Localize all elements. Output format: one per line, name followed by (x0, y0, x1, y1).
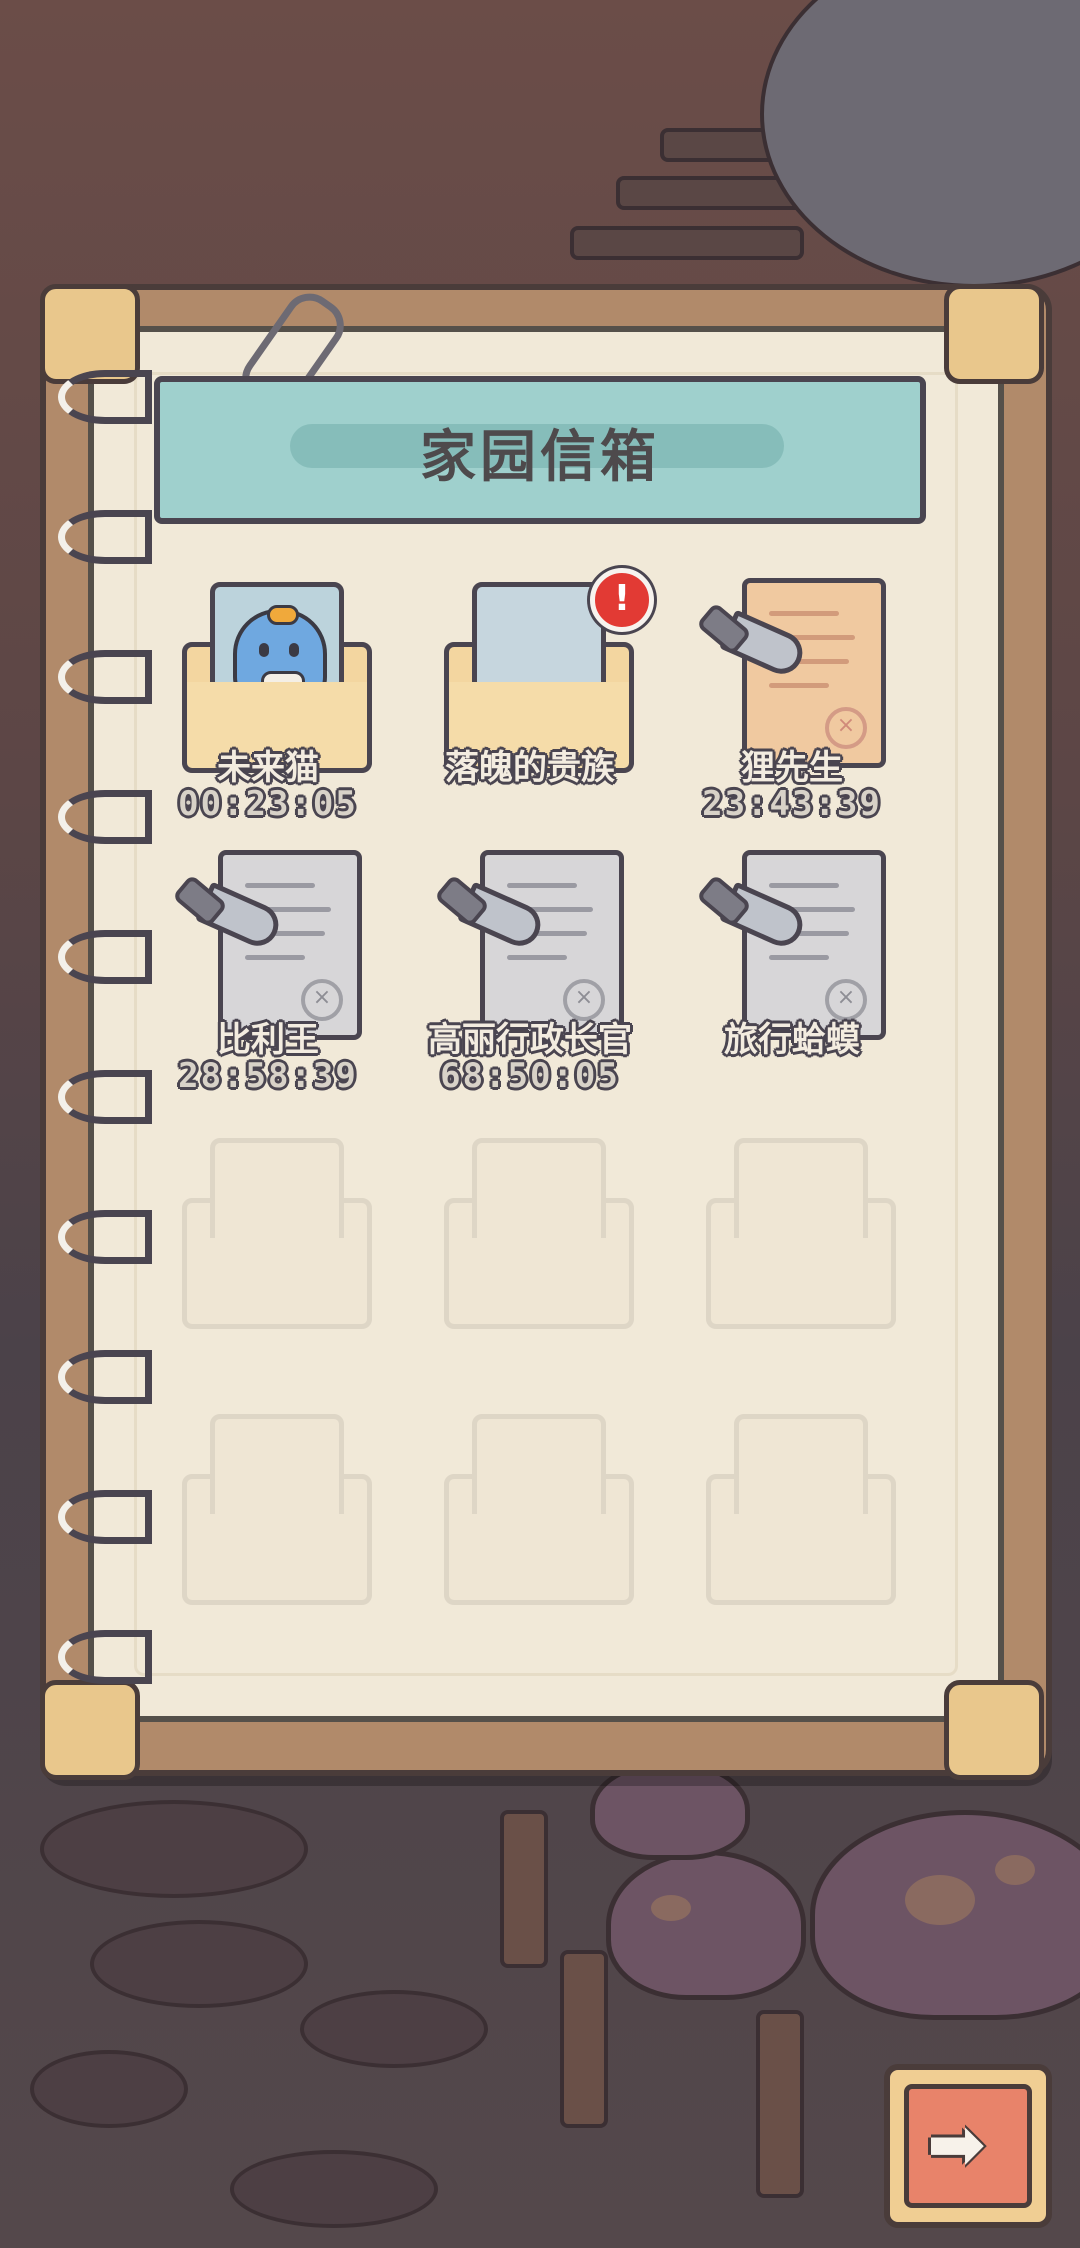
letter-sender: 狸先生 (741, 748, 843, 788)
bg-mushroom (810, 1810, 1080, 2020)
letter-knife-icon (433, 874, 548, 953)
empty-envelope-icon (182, 1128, 372, 1329)
letter-timer: 68:50:05 (440, 1056, 620, 1096)
empty-envelope-icon (706, 1128, 896, 1329)
next-button-face: ➡ (904, 2084, 1032, 2208)
empty-envelope-icon (706, 1404, 896, 1605)
letter-slot-billy[interactable]: × 比利王 28:58:39 (150, 832, 386, 1096)
letter-sender: 高丽行政长官 (428, 1020, 632, 1060)
bg-stone (30, 2050, 188, 2128)
fence-post (756, 2010, 804, 2198)
letter-sender: 比利王 (217, 1020, 319, 1060)
bg-stone (90, 1920, 308, 2008)
letter-slot-cat[interactable]: 未来猫 00:23:05 (150, 560, 386, 824)
binder-ring (58, 1490, 152, 1544)
binder-ring (58, 1350, 152, 1404)
empty-letter-slot (412, 1392, 648, 1642)
new-mail-alert-icon: ! (590, 568, 654, 632)
empty-envelope-icon (182, 1404, 372, 1605)
notebook-corner (40, 284, 140, 384)
letter-sender: 未来猫 (217, 748, 319, 788)
fence-post (500, 1810, 548, 1968)
letter-timer: 28:58:39 (178, 1056, 358, 1096)
letter-knife-icon (695, 874, 810, 953)
bg-stone (300, 1990, 488, 2068)
empty-letter-slot (412, 1116, 648, 1366)
binder-ring (58, 1630, 152, 1684)
binder-ring (58, 930, 152, 984)
letter-slot-toad[interactable]: × 旅行蛤蟆 (674, 832, 910, 1082)
letter-knife-icon (171, 874, 286, 953)
bg-stone (230, 2150, 438, 2228)
sealed-letter-knife-icon: × (171, 844, 368, 1040)
letter-slot-raccoon[interactable]: × 狸先生 23:43:39 (674, 560, 910, 824)
empty-envelope-icon (444, 1404, 634, 1605)
letter-timer: 23:43:39 (702, 784, 882, 824)
empty-letter-slot (674, 1392, 910, 1642)
open-envelope-icon: ! (444, 568, 654, 773)
letter-slot-noble[interactable]: ! 落魄的贵族 (412, 560, 654, 810)
empty-letter-slot (674, 1116, 910, 1366)
letter-timer: 00:23:05 (178, 784, 358, 824)
title-banner: 家园信箱 (154, 376, 926, 524)
sealed-letter-knife-icon: × (695, 572, 892, 768)
sealed-letter-knife-icon: × (433, 844, 630, 1040)
binder-ring (58, 650, 152, 704)
right-arrow-icon: ➡ (927, 2103, 986, 2185)
bg-stair (570, 226, 804, 260)
letter-slot-goryeo[interactable]: × 高丽行政长官 68:50:05 (412, 832, 648, 1096)
notebook-corner (944, 284, 1044, 384)
game-scene: 家园信箱 未来猫 00:23:05 ! 落魄的贵族 × 狸先生 23:43:39… (0, 0, 1080, 2248)
empty-letter-slot (150, 1116, 386, 1366)
next-button[interactable]: ➡ (884, 2064, 1052, 2228)
empty-envelope-icon (444, 1128, 634, 1329)
notebook-corner (40, 1680, 140, 1780)
letter-knife-icon (695, 602, 810, 681)
sealed-letter-knife-icon: × (695, 844, 892, 1040)
letter-sender: 落魄的贵族 (445, 748, 615, 788)
binder-ring (58, 510, 152, 564)
binder-ring (58, 1210, 152, 1264)
empty-letter-slot (150, 1392, 386, 1642)
bg-stone (40, 1800, 308, 1898)
letter-grid: 未来猫 00:23:05 ! 落魄的贵族 × 狸先生 23:43:39 × 比利… (150, 560, 930, 1620)
fence-post (560, 1950, 608, 2128)
notebook-corner (944, 1680, 1044, 1780)
page-title: 家园信箱 (420, 425, 660, 490)
letter-sender: 旅行蛤蟆 (724, 1020, 860, 1060)
bg-mushroom (606, 1850, 806, 2000)
binder-ring (58, 370, 152, 424)
cat-portrait-envelope-icon (182, 572, 372, 773)
bg-rock (760, 0, 1080, 288)
